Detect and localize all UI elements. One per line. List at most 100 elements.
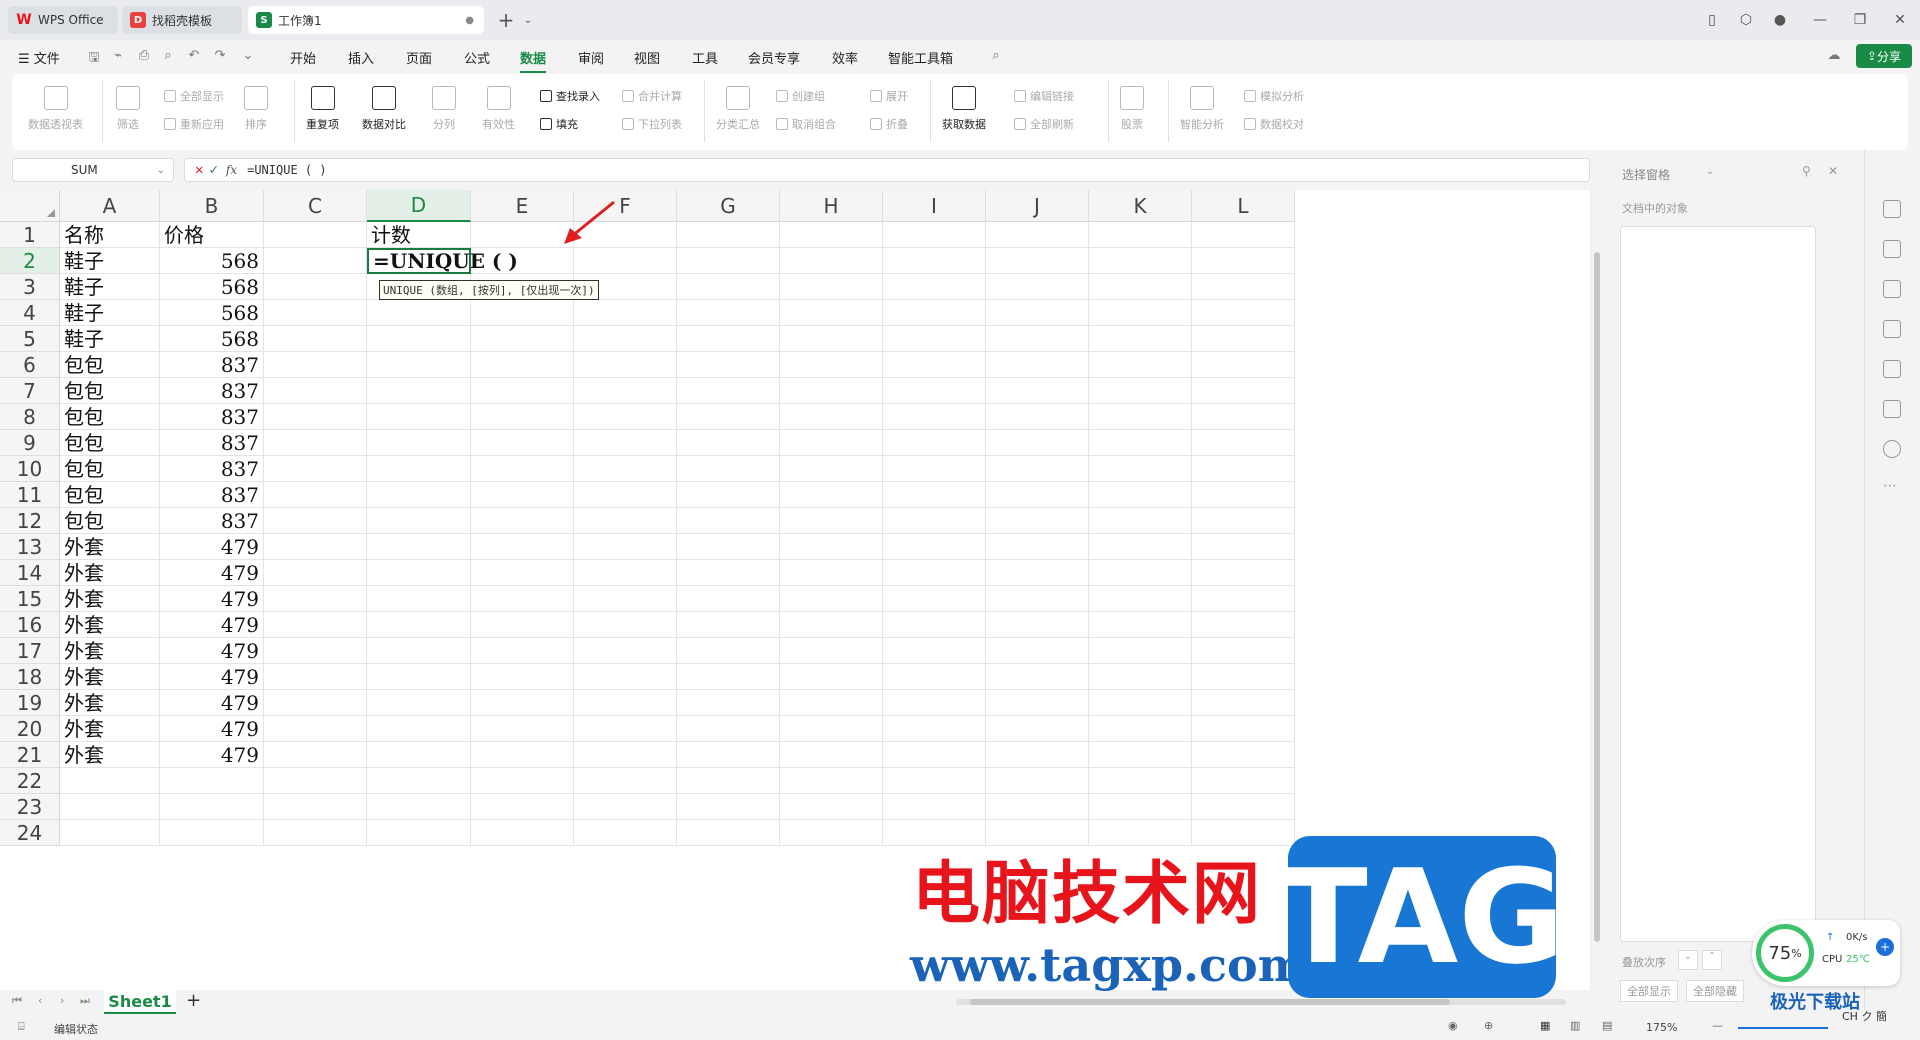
split-column-button[interactable]: 分列 [432,86,456,132]
cell[interactable] [677,586,780,612]
tab-docer-templates[interactable]: D 找稻壳模板 [122,6,242,34]
cell[interactable] [574,534,677,560]
cell[interactable] [264,326,367,352]
cell[interactable] [574,378,677,404]
cell[interactable] [883,768,986,794]
column-header[interactable]: I [883,190,986,222]
dropdown-list-button[interactable]: 下拉列表 [622,116,682,132]
cell[interactable] [780,534,883,560]
cell[interactable] [471,222,574,248]
cell[interactable] [264,794,367,820]
cell[interactable] [986,638,1089,664]
cell[interactable] [1089,430,1192,456]
cell[interactable] [264,300,367,326]
validity-button[interactable]: 有效性 [482,86,515,132]
pin-icon[interactable]: ⚲ [1802,164,1811,178]
cell[interactable] [264,586,367,612]
sort-button[interactable]: 排序 [244,86,268,132]
file-menu[interactable]: ☰ 文件 [18,48,60,67]
cell[interactable] [780,560,883,586]
row-header[interactable]: 18 [0,664,60,690]
cell[interactable] [574,482,677,508]
cell-value[interactable]: 鞋子 [60,248,160,274]
cell[interactable] [367,664,471,690]
expand-button[interactable]: 展开 [870,88,908,104]
cell-value[interactable]: 479 [160,612,264,638]
menu-data[interactable]: 数据 [520,48,547,73]
cell[interactable] [60,794,160,820]
cell[interactable] [677,742,780,768]
cell[interactable] [574,300,677,326]
cell[interactable] [780,352,883,378]
cell-value[interactable]: 外套 [60,612,160,638]
cell[interactable] [1192,586,1295,612]
cell[interactable] [986,742,1089,768]
cell[interactable] [986,508,1089,534]
cell[interactable] [471,404,574,430]
cell[interactable] [264,820,367,846]
cell-value[interactable]: 外套 [60,534,160,560]
cell[interactable] [677,482,780,508]
cell[interactable] [1192,482,1295,508]
cell[interactable] [367,534,471,560]
help-icon[interactable] [1883,440,1901,458]
cell[interactable] [780,638,883,664]
cell[interactable] [1192,768,1295,794]
cell[interactable] [677,690,780,716]
cell[interactable] [780,586,883,612]
cell[interactable] [367,638,471,664]
cell[interactable] [677,300,780,326]
menu-formula[interactable]: 公式 [464,48,490,67]
cell[interactable] [780,378,883,404]
cell-value[interactable]: 479 [160,664,264,690]
name-box[interactable]: SUM ⌄ [12,158,174,182]
cell[interactable] [883,534,986,560]
chevron-down-icon[interactable]: ⌄ [516,8,540,32]
cell-value[interactable]: 包包 [60,404,160,430]
column-header[interactable]: L [1192,190,1295,222]
cell-value[interactable]: 外套 [60,560,160,586]
cell[interactable] [883,326,986,352]
plus-icon[interactable]: + [1876,938,1894,956]
duplicates-button[interactable]: 重复项 [306,86,339,132]
cell[interactable] [780,508,883,534]
stock-button[interactable]: 股票 [1120,86,1144,132]
cell[interactable] [471,456,574,482]
cell-value[interactable]: 外套 [60,742,160,768]
objects-list[interactable] [1620,226,1816,942]
cell[interactable] [986,326,1089,352]
horizontal-scrollbar[interactable] [956,999,1566,1005]
cell[interactable] [264,482,367,508]
cell-value[interactable]: 568 [160,300,264,326]
tab-wps-office[interactable]: W WPS Office [8,6,118,34]
cell[interactable] [986,768,1089,794]
cell[interactable] [780,404,883,430]
cell[interactable] [264,378,367,404]
cell[interactable] [471,716,574,742]
row-header[interactable]: 11 [0,482,60,508]
cell-value[interactable]: 479 [160,690,264,716]
cell[interactable] [677,222,780,248]
fill-button[interactable]: 填充 [540,116,578,132]
confirm-icon[interactable]: ✓ [209,162,217,178]
cell[interactable] [264,768,367,794]
row-header[interactable]: 14 [0,560,60,586]
save-icon[interactable]: 🖫 [86,48,102,65]
pivot-table-button[interactable]: 数据透视表 [28,86,83,132]
cell-value[interactable]: 计数 [367,222,471,248]
cell[interactable] [677,274,780,300]
menu-review[interactable]: 审阅 [578,48,604,67]
cell[interactable] [986,586,1089,612]
cell[interactable] [1089,742,1192,768]
cell[interactable] [574,794,677,820]
cell-value[interactable]: 名称 [60,222,160,248]
cell[interactable] [367,690,471,716]
cell[interactable] [574,586,677,612]
cell[interactable] [780,612,883,638]
cell[interactable] [367,794,471,820]
cell[interactable] [574,742,677,768]
cell[interactable] [883,742,986,768]
refresh-all-button[interactable]: 全部刷新 [1014,116,1074,132]
close-icon[interactable]: ✕ [1888,8,1912,32]
row-header[interactable]: 9 [0,430,60,456]
